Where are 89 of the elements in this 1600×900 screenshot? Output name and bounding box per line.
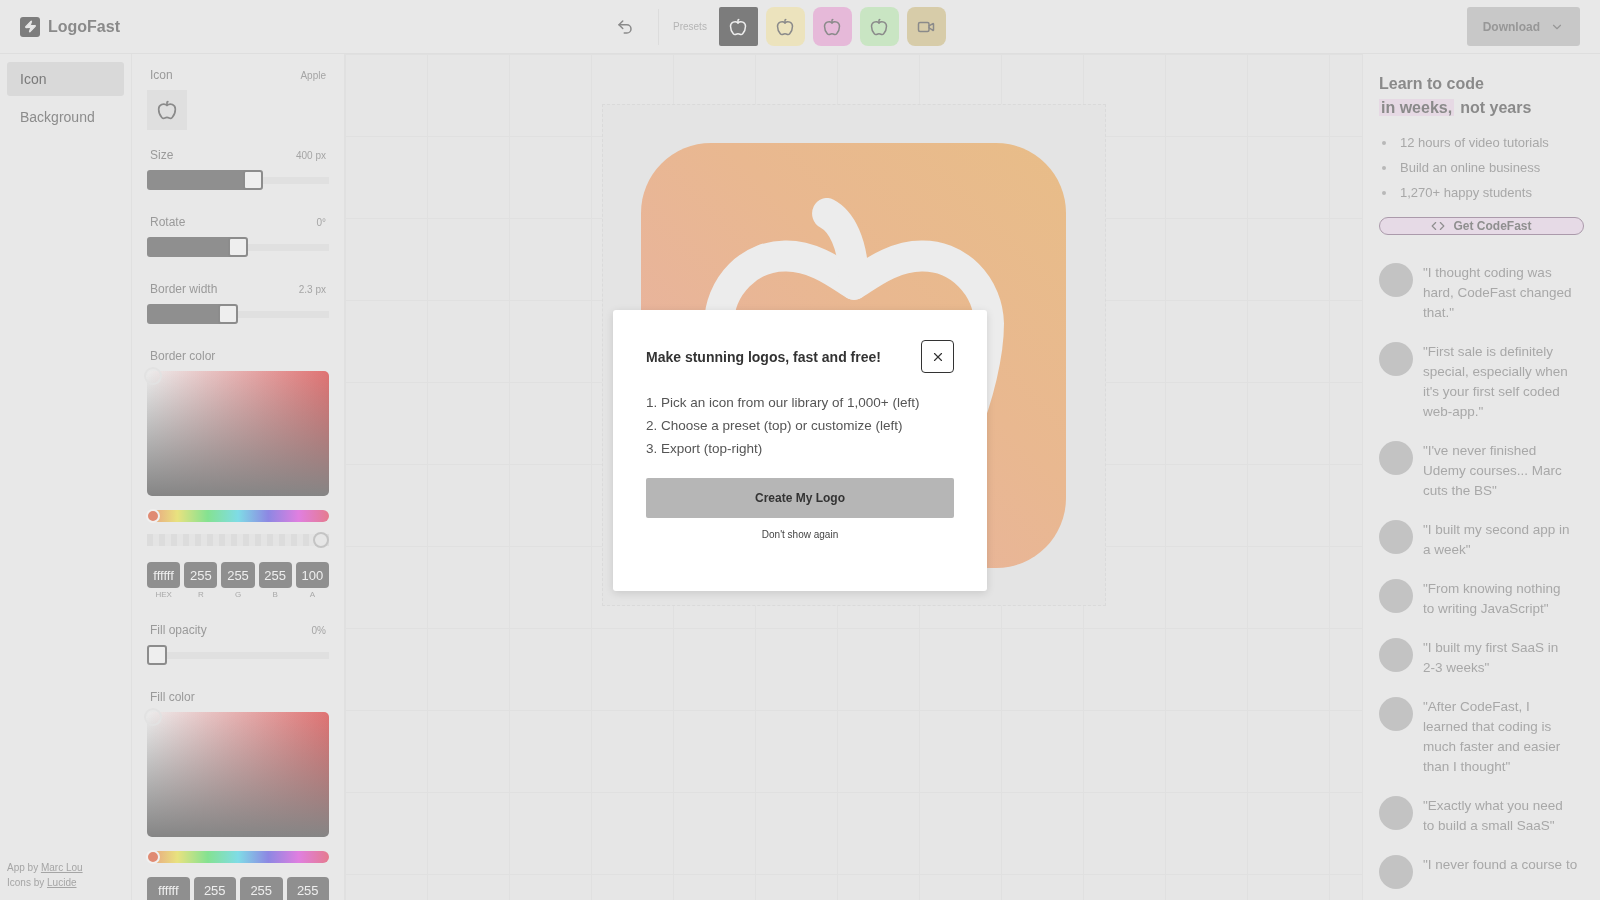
preset-button[interactable]	[859, 7, 899, 46]
slider-thumb[interactable]	[242, 170, 263, 190]
bullet-dot	[1382, 140, 1386, 145]
slider-track[interactable]	[147, 237, 329, 257]
promo-subtitle: in weeks, not years	[1379, 98, 1533, 118]
promo-bullet: Build an online business	[1400, 158, 1541, 177]
color-gradient-area[interactable]	[147, 371, 329, 496]
slider-thumb[interactable]	[228, 237, 248, 257]
color-value-field[interactable]: ffffff	[147, 562, 181, 588]
hue-slider[interactable]	[147, 851, 329, 863]
avatar	[1379, 796, 1413, 830]
promo-title: Learn to code	[1379, 74, 1485, 94]
preset-button[interactable]	[906, 7, 946, 46]
testimonial-quote: "I built my first SaaS in 2-3 weeks"	[1423, 639, 1560, 677]
dialog-step: 2. Choose a preset (top) or customize (left)	[646, 418, 954, 433]
slider-label: Fill opacity	[150, 623, 207, 637]
icon-label: Icon	[150, 68, 173, 82]
credit-text: App by Marc Lou	[7, 862, 84, 873]
slider-reading: 400 px	[295, 149, 326, 161]
color-value-field[interactable]: 255	[258, 562, 292, 588]
avatar	[1379, 342, 1413, 376]
bullet-dot	[1382, 165, 1386, 170]
color-value-field[interactable]: 255	[221, 562, 255, 588]
avatar	[1379, 855, 1413, 889]
preset-button[interactable]	[812, 7, 852, 46]
credit-link[interactable]: Marc Lou	[40, 862, 83, 873]
icon-name: Apple	[300, 69, 326, 81]
dont-show-again-link[interactable]: Don't show again	[646, 528, 954, 541]
hue-thumb[interactable]	[146, 850, 160, 864]
create-logo-button[interactable]: Create My Logo	[646, 478, 954, 518]
hue-thumb[interactable]	[146, 509, 160, 523]
color-value-field[interactable]: 255	[193, 877, 236, 900]
dialog-step: 3. Export (top-right)	[646, 441, 954, 456]
undo-icon	[616, 17, 634, 36]
preset-button[interactable]	[718, 7, 758, 46]
testimonial-quote: "From knowing nothing to writing JavaScript"	[1423, 580, 1562, 618]
picker-label: Fill color	[150, 690, 195, 704]
color-value-field[interactable]: 100	[295, 562, 329, 588]
slider-reading: 0°	[316, 216, 326, 228]
dialog-title: Make stunning logos, fast and free!	[646, 348, 881, 365]
avatar	[1379, 638, 1413, 672]
color-value-field[interactable]: 255	[184, 562, 218, 588]
testimonial-quote: "I built my second app in a week"	[1423, 521, 1571, 559]
avatar	[1379, 520, 1413, 554]
slider-thumb[interactable]	[147, 645, 167, 665]
slider-label: Rotate	[150, 215, 186, 229]
apple-icon	[776, 17, 795, 36]
apple-icon	[870, 17, 889, 36]
promo-bullet: 1,270+ happy students	[1400, 183, 1532, 202]
alpha-thumb[interactable]	[313, 532, 329, 548]
avatar	[1379, 263, 1413, 297]
color-gradient-area[interactable]	[147, 712, 329, 837]
logo-icon	[20, 16, 40, 37]
color-value-field[interactable]: 255	[240, 877, 283, 900]
promo-bullet: 12 hours of video tutorials	[1400, 133, 1549, 152]
slider-label: Size	[150, 148, 174, 162]
preset-button[interactable]	[765, 7, 805, 46]
apple-icon	[157, 100, 177, 120]
slider-label: Border width	[150, 282, 218, 296]
testimonial-quote: "I thought coding was hard, CodeFast changed that."	[1423, 264, 1573, 322]
testimonial-quote: "I've never finished Udemy courses... Marc cuts the BS"	[1423, 442, 1563, 500]
credit-link[interactable]: Lucide	[47, 877, 77, 888]
get-codefast-button[interactable]: Get CodeFast	[1379, 217, 1584, 235]
slider-thumb[interactable]	[218, 304, 239, 324]
hue-slider[interactable]	[147, 510, 329, 522]
avatar	[1379, 579, 1413, 613]
color-value-field[interactable]: ffffff	[147, 877, 190, 900]
apple-icon	[823, 17, 842, 36]
icon-picker[interactable]	[147, 90, 187, 130]
apple-icon	[729, 17, 748, 36]
credit-text: Icons by Lucide	[7, 877, 78, 888]
close-button[interactable]	[921, 340, 954, 373]
testimonial-quote: "First sale is definitely special, especially when it's your first self coded web-app."	[1423, 343, 1569, 421]
testimonial-quote: "Exactly what you need to build a small SaaS"	[1423, 797, 1564, 835]
picker-label: Border color	[150, 349, 216, 363]
slider-reading: 2.3 px	[298, 283, 326, 295]
bullet-dot	[1382, 190, 1386, 195]
avatar	[1379, 697, 1413, 731]
dialog-step: 1. Pick an icon from our library of 1,000+ (left)	[646, 395, 954, 410]
code-brackets-icon	[1431, 219, 1446, 233]
slider-reading: 0%	[311, 624, 326, 636]
nav-tab[interactable]: Icon	[7, 62, 124, 96]
slider-track[interactable]	[147, 170, 329, 190]
color-value-field[interactable]: 255	[286, 877, 329, 900]
slider-track[interactable]	[147, 304, 329, 324]
field-caption: A	[309, 590, 316, 599]
alpha-slider[interactable]	[147, 532, 329, 548]
avatar	[1379, 441, 1413, 475]
brand-name: LogoFast	[48, 17, 120, 36]
